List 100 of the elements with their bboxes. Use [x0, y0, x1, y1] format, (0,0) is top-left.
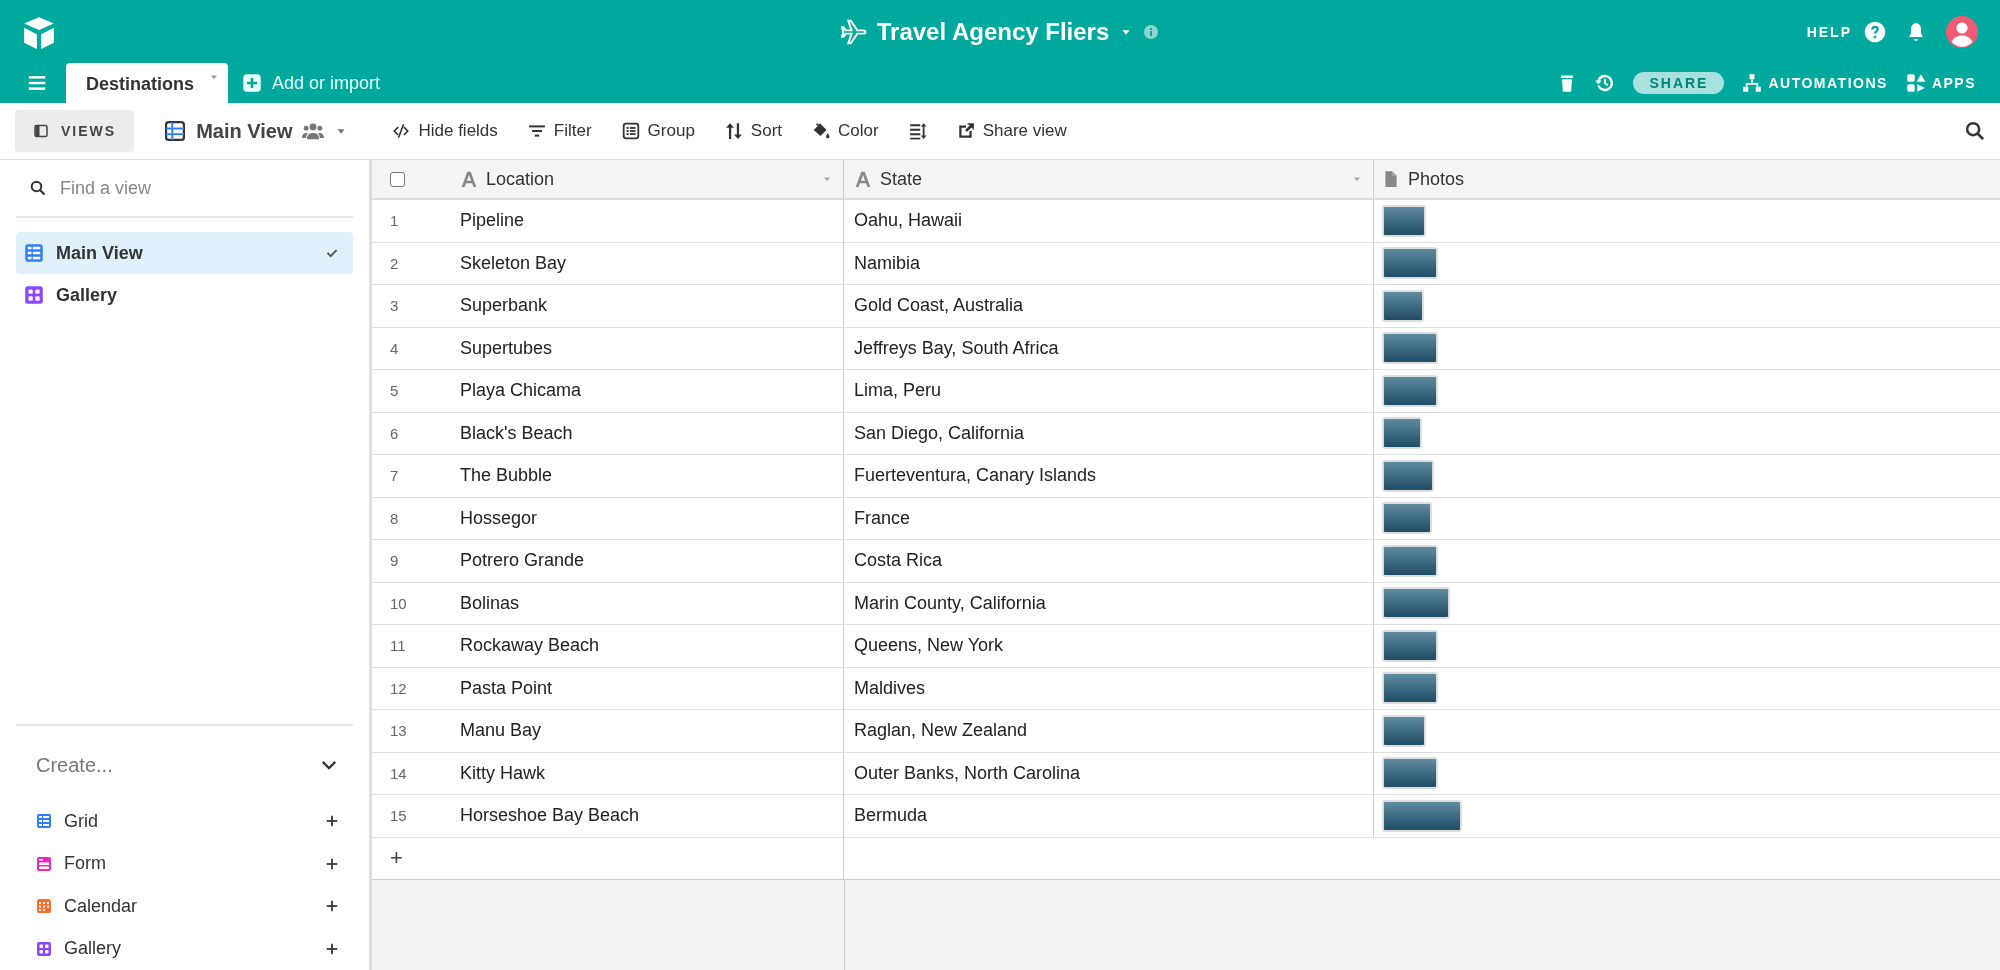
table-cell: Superbank: [460, 285, 844, 327]
plus-icon: [325, 856, 339, 871]
photo-placeholder[interactable]: [1382, 374, 1438, 407]
photo-placeholder[interactable]: [1382, 289, 1424, 322]
sort-button[interactable]: Sort: [724, 121, 783, 141]
table-cell: Supertubes: [460, 327, 844, 369]
row-number: 11: [389, 636, 407, 657]
table-tab[interactable]: Destinations: [66, 63, 229, 103]
table-cell: Fuerteventura, Canary Islands: [844, 455, 1374, 497]
avatar-icon[interactable]: [1946, 15, 1978, 48]
help-icon[interactable]: [1864, 20, 1886, 43]
row-height-icon: [908, 122, 927, 140]
photo-placeholder[interactable]: [1382, 587, 1450, 620]
create-view-item[interactable]: Calendar: [36, 885, 339, 928]
bell-icon[interactable]: [1906, 21, 1926, 42]
photo-placeholder[interactable]: [1382, 502, 1432, 535]
photo-placeholder[interactable]: [1382, 799, 1462, 832]
table-cell: Pasta Point: [460, 667, 844, 709]
row-number: 9: [389, 551, 400, 572]
filter-button[interactable]: Filter: [527, 121, 592, 141]
grid-icon: [164, 120, 187, 142]
table-cell: Namibia: [844, 242, 1374, 284]
share-icon: [956, 122, 975, 140]
select-all-checkbox[interactable]: [390, 171, 405, 187]
table-cell: Raglan, New Zealand: [844, 710, 1374, 752]
table-cell: Playa Chicama: [460, 370, 844, 412]
paint-bucket-icon: [812, 122, 831, 140]
photo-placeholder[interactable]: [1382, 332, 1438, 365]
row-number: 3: [389, 296, 400, 317]
table-cell: Rockaway Beach: [460, 625, 844, 667]
table-cell: Maldives: [844, 667, 1374, 709]
table-cell: France: [844, 497, 1374, 539]
column-header[interactable]: Location: [460, 160, 844, 198]
photo-placeholder[interactable]: [1382, 247, 1438, 280]
row-number: 15: [389, 806, 408, 827]
row-number: 13: [389, 721, 408, 742]
find-view-field[interactable]: Find a view: [58, 176, 339, 200]
table-cell: Kitty Hawk: [460, 752, 844, 794]
column-header[interactable]: State: [844, 160, 1374, 198]
group-button[interactable]: Group: [621, 121, 695, 141]
table-cell: Jeffreys Bay, South Africa: [844, 327, 1374, 369]
view-name[interactable]: Main View: [196, 119, 293, 143]
row-number: 4: [389, 338, 400, 359]
photo-placeholder[interactable]: [1382, 757, 1438, 790]
list-box-icon: [621, 122, 640, 140]
table-cell: The Bubble: [460, 455, 844, 497]
photo-placeholder[interactable]: [1382, 714, 1426, 747]
photo-placeholder[interactable]: [1382, 629, 1438, 662]
plus-square-icon[interactable]: [242, 73, 263, 93]
table-cell: Bolinas: [460, 582, 844, 624]
history-icon[interactable]: [1595, 73, 1616, 93]
plus-icon: [325, 941, 339, 956]
row-number: 7: [389, 466, 400, 487]
hide-button[interactable]: Hide fields: [392, 121, 498, 141]
table-cell: Pipeline: [460, 200, 844, 242]
views-button[interactable]: VIEWS: [15, 110, 135, 152]
table-cell: Potrero Grande: [460, 540, 844, 582]
row-number: 1: [389, 211, 400, 232]
photo-placeholder[interactable]: [1382, 417, 1422, 450]
table-cell: Lima, Peru: [844, 370, 1374, 412]
add-row-button[interactable]: +: [390, 845, 403, 872]
view-item[interactable]: Gallery: [16, 274, 353, 316]
share-button[interactable]: Share view: [956, 121, 1067, 141]
table-cell: San Diego, California: [844, 412, 1374, 454]
view-item[interactable]: Main View: [16, 232, 353, 274]
document-icon: [1382, 170, 1400, 188]
create-view-item[interactable]: Gallery: [36, 927, 339, 970]
photo-placeholder[interactable]: [1382, 204, 1426, 237]
table-cell: Queens, New York: [844, 625, 1374, 667]
row-number: 12: [389, 678, 408, 699]
table-cell: Bermuda: [844, 795, 1374, 837]
row-height-button[interactable]: [908, 122, 927, 140]
row-number: 8: [389, 508, 400, 529]
photo-placeholder[interactable]: [1382, 459, 1434, 492]
row-number: 10: [389, 593, 408, 614]
logo-icon[interactable]: [22, 14, 56, 49]
row-number: 5: [389, 381, 400, 402]
create-view-item[interactable]: Form: [36, 842, 339, 885]
column-header[interactable]: Photos: [1374, 160, 2000, 198]
plus-icon: [325, 814, 339, 829]
filter-icon: [527, 122, 546, 140]
table-cell: Oahu, Hawaii: [844, 200, 1374, 242]
table-cell: Black's Beach: [460, 412, 844, 454]
flowchart-icon[interactable]: [1742, 73, 1763, 93]
code-slash-icon: [392, 122, 411, 140]
color-button[interactable]: Color: [812, 121, 879, 141]
shapes-icon[interactable]: [1905, 73, 1926, 93]
search-icon[interactable]: [1965, 121, 1985, 141]
photo-placeholder[interactable]: [1382, 544, 1438, 577]
create-heading[interactable]: Create...: [36, 753, 113, 777]
search-icon: [30, 180, 46, 196]
table-cell: Costa Rica: [844, 540, 1374, 582]
airplane-icon: [840, 18, 867, 45]
letter-a-icon: [854, 170, 872, 188]
letter-a-icon: [460, 170, 478, 188]
photo-placeholder[interactable]: [1382, 672, 1438, 705]
table-cell: Hossegor: [460, 497, 844, 539]
table-cell: Marin County, California: [844, 582, 1374, 624]
row-number: 14: [389, 763, 408, 784]
create-view-item[interactable]: Grid: [36, 800, 339, 843]
